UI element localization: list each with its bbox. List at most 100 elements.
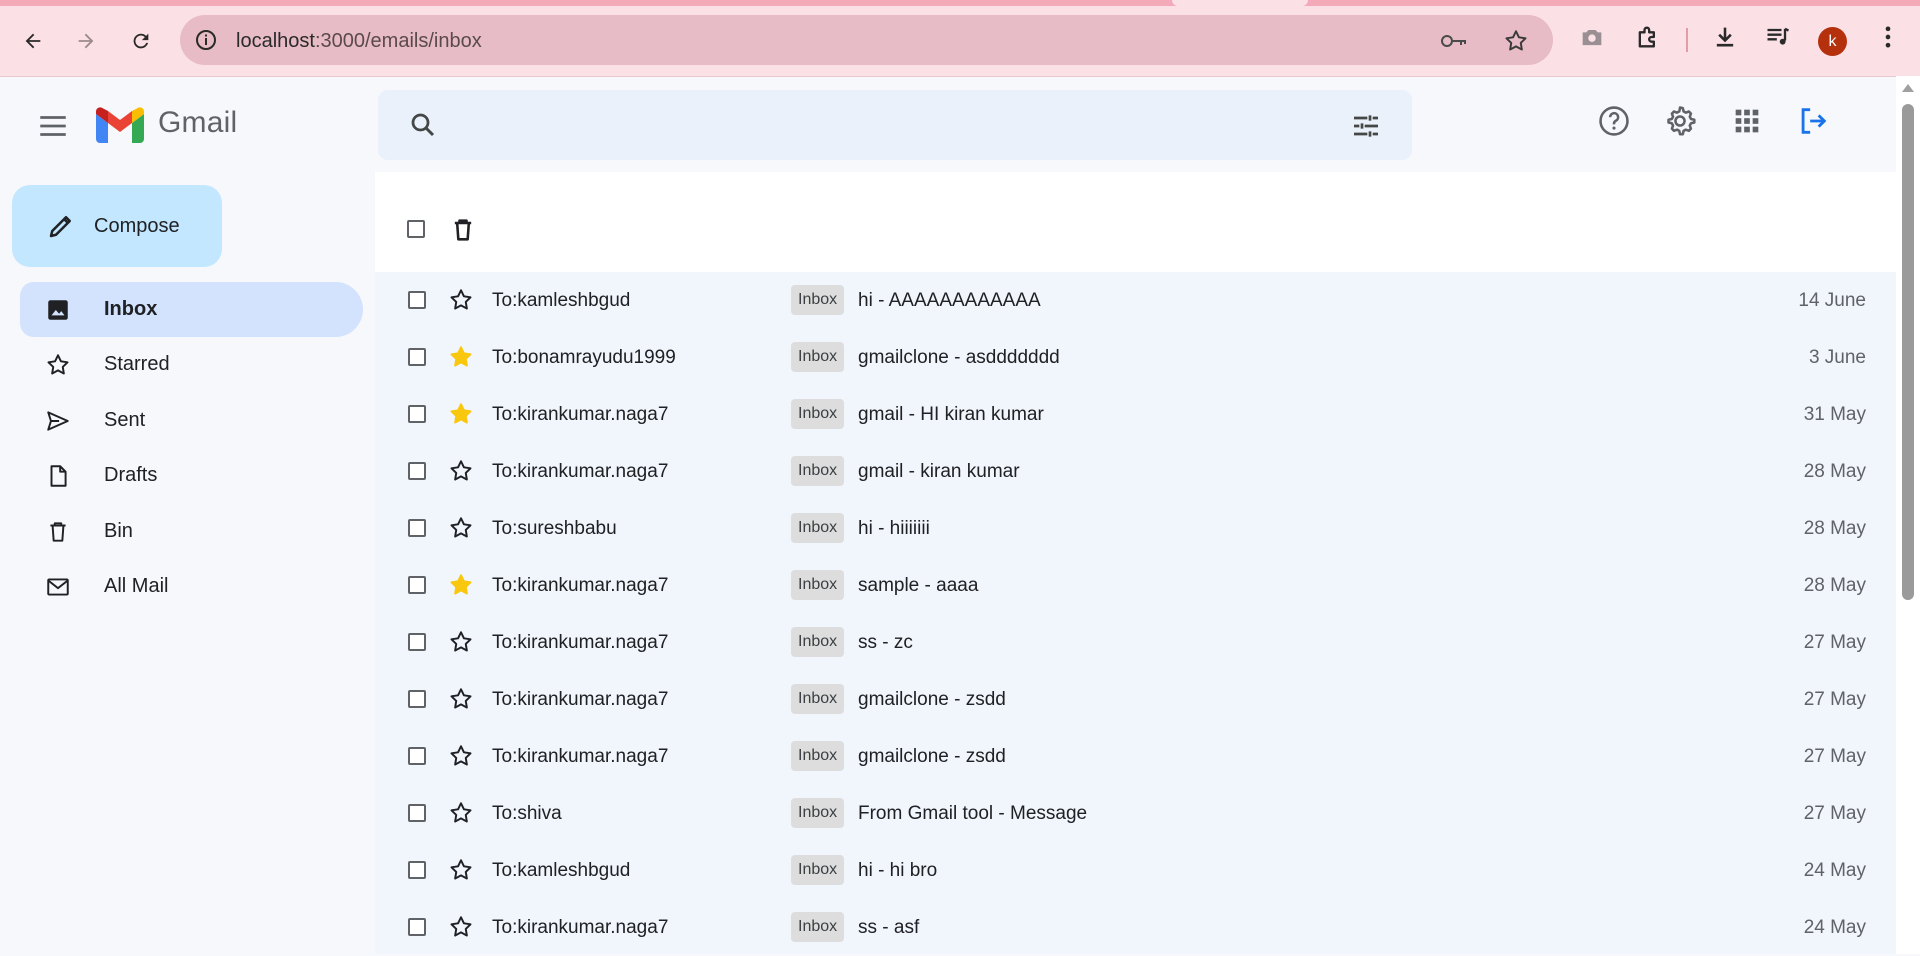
email-row[interactable]: To:kamleshbgud Inbox hi - hi bro 24 May (375, 842, 1896, 899)
sidebar-item-all-mail[interactable]: All Mail (20, 559, 363, 614)
folder-label-badge: Inbox (791, 342, 845, 372)
camera-icon[interactable] (1578, 23, 1606, 51)
star-filled-icon[interactable] (448, 344, 474, 375)
email-date: 14 June (1798, 290, 1866, 311)
back-button[interactable] (16, 24, 50, 58)
sidebar-item-label: Inbox (104, 298, 158, 320)
email-row[interactable]: To:sureshbabu Inbox hi - hiiiiiii 28 May (375, 500, 1896, 557)
email-checkbox[interactable] (408, 918, 426, 936)
settings-gear-icon[interactable] (1663, 104, 1697, 138)
select-all-checkbox[interactable] (407, 220, 425, 238)
star-outline-icon[interactable] (448, 800, 474, 831)
email-row[interactable]: To:kamleshbgud Inbox hi - AAAAAAAAAAAA 14 J… (375, 272, 1896, 329)
email-row[interactable]: To:bonamrayudu1999 Inbox gmailclone - asdd… (375, 329, 1896, 386)
logout-icon[interactable] (1796, 104, 1830, 138)
password-key-icon[interactable] (1439, 29, 1469, 53)
email-recipient: To:kirankumar.naga7 (492, 746, 669, 767)
bookmark-star-icon[interactable] (1503, 28, 1529, 54)
email-subject: hi - AAAAAAAAAAAA (858, 290, 1041, 311)
more-vert-icon[interactable] (1874, 23, 1902, 51)
email-subject: ss - zc (858, 632, 913, 653)
star-filled-icon[interactable] (448, 401, 474, 432)
search-icon[interactable] (408, 110, 438, 140)
star-outline-icon[interactable] (448, 515, 474, 546)
media-queue-icon[interactable] (1764, 23, 1792, 51)
star-outline-icon[interactable] (448, 458, 474, 489)
sidebar-item-label: Bin (104, 520, 133, 542)
hamburger-menu-icon[interactable] (36, 109, 70, 143)
email-date: 3 June (1808, 347, 1866, 368)
help-icon[interactable] (1597, 104, 1631, 138)
apps-grid-icon[interactable] (1730, 104, 1764, 138)
star-filled-icon[interactable] (448, 572, 474, 603)
email-date: 27 May (1803, 803, 1866, 824)
email-checkbox[interactable] (408, 804, 426, 822)
sidebar-item-label: Sent (104, 409, 146, 431)
email-checkbox[interactable] (408, 861, 426, 879)
sidebar-item-bin[interactable]: Bin (20, 504, 363, 559)
sidebar-item-drafts[interactable]: Drafts (20, 448, 363, 503)
search-input[interactable] (458, 108, 1322, 144)
gmail-wordmark: Gmail (158, 106, 238, 139)
folder-label-badge: Inbox (791, 513, 845, 543)
reload-icon (133, 33, 149, 49)
star-outline-icon[interactable] (448, 857, 474, 888)
sidebar-item-starred[interactable]: Starred (20, 337, 363, 392)
email-subject: gmailclone - asddddddd (858, 347, 1060, 368)
extensions-puzzle-icon[interactable] (1634, 23, 1662, 51)
browser-toolbar: localhost:3000/emails/inbox k (0, 0, 1920, 77)
email-row[interactable]: To:kirankumar.naga7 Inbox sample - aaaa 28 … (375, 557, 1896, 614)
email-row[interactable]: To:kirankumar.naga7 Inbox ss - zc 27 May (375, 614, 1896, 671)
profile-avatar[interactable]: k (1818, 27, 1847, 56)
email-checkbox[interactable] (408, 348, 426, 366)
email-checkbox[interactable] (408, 747, 426, 765)
sidebar-item-label: Starred (104, 353, 170, 375)
sidebar-item-inbox[interactable]: Inbox (20, 282, 363, 337)
tab-strip (0, 0, 1920, 6)
star-outline-icon[interactable] (448, 629, 474, 660)
gmail-logo-icon[interactable] (96, 107, 144, 145)
star-outline-icon (44, 351, 72, 379)
star-outline-icon[interactable] (448, 743, 474, 774)
scroll-up-arrow-icon[interactable] (1902, 84, 1914, 92)
email-checkbox[interactable] (408, 519, 426, 537)
search-bar (378, 90, 1412, 160)
email-checkbox[interactable] (408, 291, 426, 309)
mail-icon (44, 573, 72, 601)
delete-icon[interactable] (449, 216, 477, 244)
email-checkbox[interactable] (408, 462, 426, 480)
email-checkbox[interactable] (408, 690, 426, 708)
search-filter-tune-icon[interactable] (1350, 110, 1382, 142)
arrow-right-icon (78, 33, 94, 49)
sidebar-item-label: All Mail (104, 575, 169, 597)
email-checkbox[interactable] (408, 405, 426, 423)
email-row[interactable]: To:kirankumar.naga7 Inbox gmailclone - zsd… (375, 728, 1896, 785)
reload-button[interactable] (124, 24, 158, 58)
folder-label-badge: Inbox (791, 912, 845, 942)
email-date: 27 May (1803, 746, 1866, 767)
email-row[interactable]: To:kirankumar.naga7 Inbox gmailclone - zsd… (375, 671, 1896, 728)
email-subject: hi - hi bro (858, 860, 938, 881)
address-bar[interactable]: localhost:3000/emails/inbox (180, 15, 1553, 65)
app-header: Gmail (0, 76, 1896, 172)
email-row[interactable]: To:kirankumar.naga7 Inbox ss - asf 24 May (375, 899, 1896, 956)
site-info-icon[interactable] (194, 28, 218, 52)
compose-label: Compose (94, 214, 180, 237)
sidebar-item-sent[interactable]: Sent (20, 393, 363, 448)
email-subject: gmail - kiran kumar (858, 461, 1020, 482)
star-outline-icon[interactable] (448, 287, 474, 318)
star-outline-icon[interactable] (448, 686, 474, 717)
email-checkbox[interactable] (408, 576, 426, 594)
star-outline-icon[interactable] (448, 914, 474, 945)
email-row[interactable]: To:kirankumar.naga7 Inbox gmail - kiran ku… (375, 443, 1896, 500)
scrollbar-thumb[interactable] (1902, 104, 1914, 600)
compose-button[interactable]: Compose (12, 185, 222, 267)
arrow-left-icon (25, 33, 41, 49)
page-scrollbar[interactable] (1896, 76, 1920, 954)
email-checkbox[interactable] (408, 633, 426, 651)
forward-button[interactable] (69, 24, 103, 58)
email-row[interactable]: To:shiva Inbox From Gmail tool - Message 27… (375, 785, 1896, 842)
sidebar-item-label: Drafts (104, 464, 158, 486)
download-icon[interactable] (1711, 23, 1739, 51)
email-row[interactable]: To:kirankumar.naga7 Inbox gmail - HI kiran… (375, 386, 1896, 443)
